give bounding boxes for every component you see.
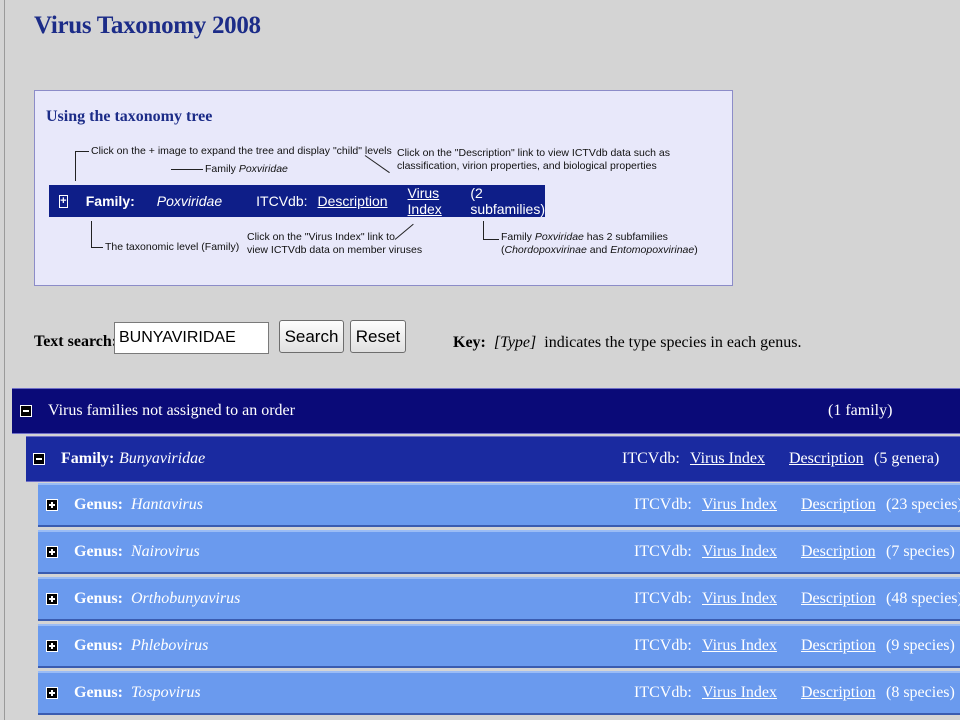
family-level-label: Family: (61, 450, 115, 467)
genus-row-orthobunyavirus: Genus: Orthobunyavirus ITCVdb: Virus Ind… (38, 577, 960, 621)
key-label: Key: (453, 334, 486, 351)
help-note-subfamilies-line1: Family Poxviridae has 2 subfamilies (501, 231, 698, 244)
genus-virus-index-link[interactable]: Virus Index (702, 637, 777, 655)
genus-db-label: ITCVdb: (634, 684, 692, 701)
help-note-subfamilies-prefix: Family (501, 231, 532, 243)
help-example-count: (2 subfamilies) (470, 185, 546, 217)
help-arrow-family (171, 169, 203, 170)
genus-count: (7 species) (886, 543, 955, 560)
order-count: (1 family) (828, 402, 893, 419)
genus-count: (9 species) (886, 637, 955, 654)
help-note-description: Click on the "Description" link to view … (397, 147, 670, 173)
help-note-subfamilies: Family Poxviridae has 2 subfamilies (Cho… (501, 231, 698, 257)
genus-count: (8 species) (886, 684, 955, 701)
genus-row-phlebovirus: Genus: Phlebovirus ITCVdb: Virus Index D… (38, 624, 960, 668)
help-heading: Using the taxonomy tree (46, 108, 213, 125)
help-example-db-label: ITCVdb: (256, 193, 308, 209)
order-row: Virus families not assigned to an order … (12, 388, 960, 434)
genus-count: (23 species) (886, 496, 960, 513)
help-example-name: Poxviridae (156, 193, 223, 209)
order-label: Virus families not assigned to an order (48, 402, 295, 419)
expand-plus-icon[interactable] (46, 640, 58, 652)
genus-description-link[interactable]: Description (801, 637, 876, 655)
help-arrow-expand-h (75, 151, 89, 152)
genus-db-label: ITCVdb: (634, 637, 692, 654)
expand-plus-icon[interactable] (46, 499, 58, 511)
help-note-and: and (589, 244, 608, 256)
help-note-subfamilies-family: Poxviridae (534, 231, 584, 243)
genus-name: Phlebovirus (131, 637, 209, 654)
help-example-plus-icon: + (59, 194, 68, 208)
help-note-virus-index-line2: view ICTVdb data on member viruses (247, 244, 423, 256)
genus-level-label: Genus: (74, 637, 123, 654)
family-count: (5 genera) (874, 450, 940, 467)
genus-row-hantavirus: Genus: Hantavirus ITCVdb: Virus Index De… (38, 483, 960, 527)
genus-name: Hantavirus (131, 496, 203, 513)
help-note-subfamilies-line2: (Chordopoxvirinae and Entomopoxvirinae) (501, 244, 698, 257)
genus-virus-index-link[interactable]: Virus Index (702, 543, 777, 561)
genus-virus-index-link[interactable]: Virus Index (702, 496, 777, 514)
help-note-family-prefix: Family (205, 163, 236, 175)
help-arrow-level (91, 221, 92, 247)
genus-row-nairovirus: Genus: Nairovirus ITCVdb: Virus Index De… (38, 530, 960, 574)
help-note-paren-close: ) (694, 244, 698, 256)
help-note-subfamily-1: Chordopoxvirinae (504, 244, 587, 256)
taxonomy-tree-help-panel: Using the taxonomy tree Click on the + i… (34, 90, 733, 286)
help-example-description-link: Description (317, 193, 388, 209)
help-example-level: Family: (85, 193, 135, 209)
expand-plus-icon[interactable] (46, 687, 58, 699)
page-title: Virus Taxonomy 2008 (34, 12, 261, 39)
genus-description-link[interactable]: Description (801, 496, 876, 514)
help-arrow-subfamilies (483, 221, 484, 239)
help-note-description-line2: classification, virion properties, and b… (397, 160, 657, 172)
text-search-label: Text search: (34, 333, 118, 350)
help-example-virus-index-link: Virus Index (407, 185, 442, 217)
genus-virus-index-link[interactable]: Virus Index (702, 590, 777, 608)
family-name: Bunyaviridae (119, 450, 206, 467)
genus-db-label: ITCVdb: (634, 590, 692, 607)
genus-description-link[interactable]: Description (801, 543, 876, 561)
genus-name: Tospovirus (131, 684, 201, 701)
family-virus-index-link[interactable]: Virus Index (690, 450, 765, 468)
collapse-minus-icon[interactable] (33, 453, 45, 465)
help-arrow-expand (75, 151, 76, 181)
genus-virus-index-link[interactable]: Virus Index (702, 684, 777, 702)
key-text: indicates the type species in each genus… (544, 334, 802, 351)
genus-description-link[interactable]: Description (801, 684, 876, 702)
genus-level-label: Genus: (74, 590, 123, 607)
help-note-virus-index: Click on the "Virus Index" link to view … (247, 231, 422, 257)
genus-name: Orthobunyavirus (131, 590, 241, 607)
family-db-label: ITCVdb: (622, 450, 680, 467)
key-type-tag: [Type] (493, 334, 537, 351)
genus-level-label: Genus: (74, 496, 123, 513)
search-button[interactable]: Search (279, 320, 344, 353)
expand-plus-icon[interactable] (46, 546, 58, 558)
help-arrow-subfamilies-h (483, 239, 499, 240)
expand-plus-icon[interactable] (46, 593, 58, 605)
help-note-subfamily-2: Entomopoxvirinae (610, 244, 695, 256)
genus-level-label: Genus: (74, 543, 123, 560)
key-legend: Key: [Type] indicates the type species in… (453, 334, 802, 352)
genus-count: (48 species) (886, 590, 960, 607)
genus-description-link[interactable]: Description (801, 590, 876, 608)
help-note-expand: Click on the + image to expand the tree … (91, 145, 392, 157)
help-note-subfamilies-suffix: has 2 subfamilies (586, 231, 668, 243)
collapse-minus-icon[interactable] (20, 405, 32, 417)
family-description-link[interactable]: Description (789, 450, 864, 468)
genus-db-label: ITCVdb: (634, 496, 692, 513)
help-note-family: Family Poxviridae (205, 163, 288, 176)
family-row: Family: Bunyaviridae ITCVdb: Virus Index… (26, 436, 960, 482)
genus-level-label: Genus: (74, 684, 123, 701)
help-note-family-name: Poxviridae (238, 163, 288, 175)
genus-row-tospovirus: Genus: Tospovirus ITCVdb: Virus Index De… (38, 671, 960, 715)
help-arrow-level-h (91, 247, 103, 248)
help-example-row: + Family: Poxviridae ITCVdb: Description… (49, 185, 545, 217)
reset-button[interactable]: Reset (350, 320, 406, 353)
help-note-level: The taxonomic level (Family) (105, 241, 240, 253)
help-note-description-line1: Click on the "Description" link to view … (397, 147, 670, 159)
genus-db-label: ITCVdb: (634, 543, 692, 560)
left-border-line (4, 0, 5, 720)
genus-name: Nairovirus (131, 543, 200, 560)
text-search-input[interactable] (114, 322, 269, 354)
